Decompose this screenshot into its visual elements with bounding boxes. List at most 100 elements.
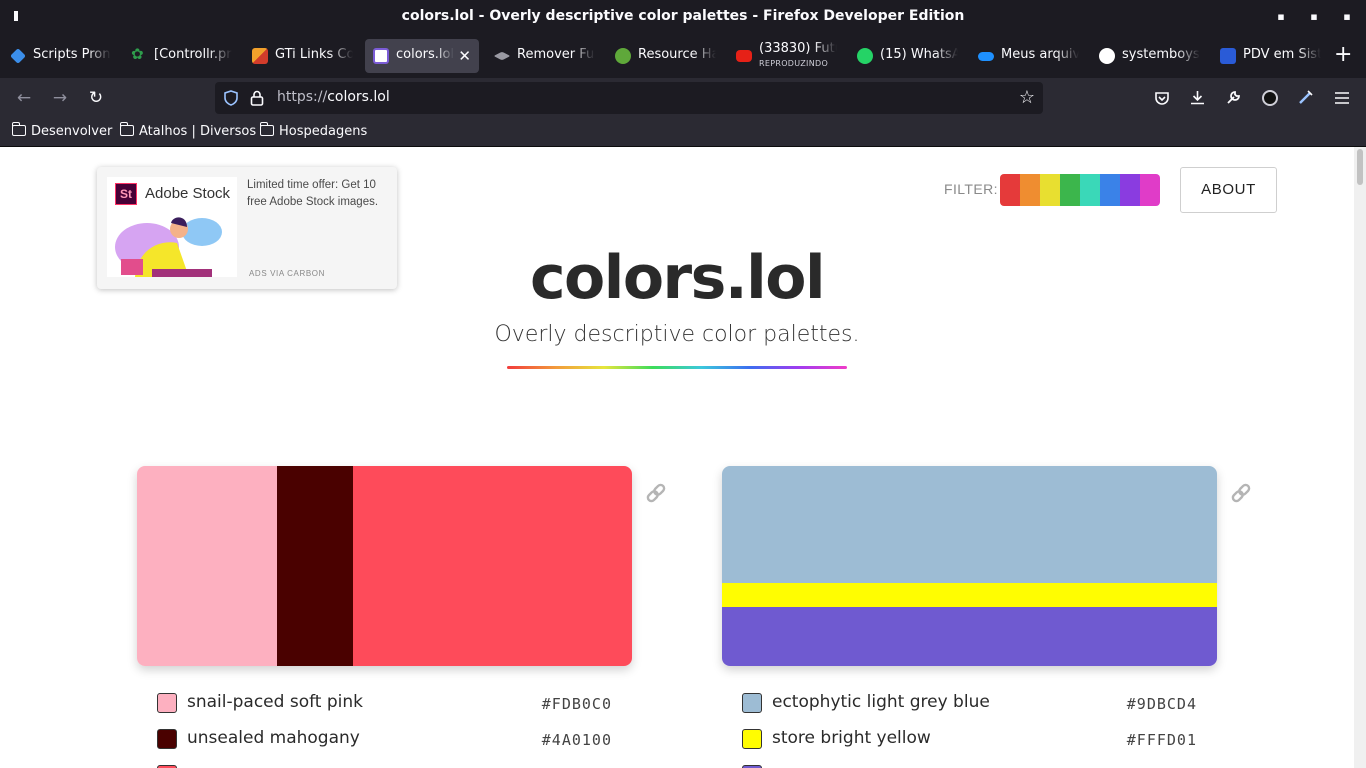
bookmark-star-icon[interactable]: ☆: [1017, 88, 1037, 108]
tab-gti-links[interactable]: GTi Links Colaboradores: [244, 39, 358, 73]
navigation-toolbar: ← → ↻ https://colors.lol ☆: [0, 78, 1366, 118]
palette-preview[interactable]: [722, 466, 1217, 666]
bookmark-atalhos[interactable]: Atalhos | Diversos: [119, 122, 256, 139]
color-list-item[interactable]: unsealed mahogany #4A0100: [157, 727, 612, 751]
ad-brand: Adobe Stock: [145, 185, 231, 202]
color-swatch: [742, 729, 762, 749]
palette-color-band[interactable]: [353, 466, 632, 666]
filter-swatch-3[interactable]: [1060, 174, 1080, 206]
about-button[interactable]: ABOUT: [1180, 167, 1277, 213]
minimize-icon[interactable]: ▪: [1274, 10, 1288, 24]
tab-label: Resource Hacker: [638, 47, 716, 62]
extension-icon[interactable]: [1262, 90, 1278, 106]
url-host: colors.lol: [327, 89, 390, 105]
filter-swatch-0[interactable]: [1000, 174, 1020, 206]
filter-swatch-7[interactable]: [1140, 174, 1160, 206]
tab-whatsapp[interactable]: (15) WhatsApp: [849, 39, 963, 73]
filter-label: FILTER:: [944, 181, 998, 197]
pocket-icon[interactable]: [1154, 90, 1170, 106]
color-swatch: [157, 729, 177, 749]
lol-icon: [373, 48, 389, 64]
back-icon[interactable]: ←: [14, 88, 34, 108]
download-icon[interactable]: [1189, 89, 1206, 106]
color-list-item[interactable]: [157, 763, 612, 768]
forward-icon[interactable]: →: [50, 88, 70, 108]
folder-icon: [11, 122, 26, 136]
tab-label: Remover Fundo: [517, 47, 595, 62]
site-subtitle: Overly descriptive color palettes.: [494, 322, 860, 347]
youtube-icon: [736, 50, 752, 62]
tab-label: colors.lol - Overly: [396, 47, 454, 62]
palette-color-band[interactable]: [722, 466, 1217, 583]
site-title: colors.lol: [529, 243, 826, 313]
maximize-icon[interactable]: ▪: [1307, 10, 1321, 24]
color-hex[interactable]: #FDB0C0: [542, 695, 612, 713]
hamburger-menu-icon[interactable]: [1334, 90, 1350, 106]
close-tab-icon[interactable]: ✕: [458, 47, 471, 65]
tab-remover-fundo[interactable]: Remover Fundo: [486, 39, 600, 73]
tab-scripts[interactable]: Scripts Pronto: [2, 39, 116, 73]
color-list-item[interactable]: ectophytic light grey blue #9DBCD4: [742, 691, 1197, 715]
color-hex[interactable]: #9DBCD4: [1127, 695, 1197, 713]
tab-label: systemboys (Marcos): [1122, 47, 1200, 62]
filter-swatch-2[interactable]: [1040, 174, 1060, 206]
permalink-icon[interactable]: [644, 481, 668, 505]
color-hex[interactable]: #FFFD01: [1127, 731, 1197, 749]
wrench-icon[interactable]: [1225, 89, 1242, 106]
tab-label: GTi Links Colaboradores: [275, 47, 353, 62]
filter-swatch-5[interactable]: [1100, 174, 1120, 206]
tab-pdv[interactable]: PDV em Sistema: [1212, 39, 1326, 73]
page-content: St Adobe Stock Limited time offer: Get 1…: [0, 147, 1366, 768]
page-scrollbar[interactable]: [1354, 147, 1366, 768]
tab-label: PDV em Sistema: [1243, 47, 1321, 62]
palette-color-band[interactable]: [277, 466, 354, 666]
tab-controllr[interactable]: ✿ [Controllr.prism: [123, 39, 237, 73]
filter-swatch-4[interactable]: [1080, 174, 1100, 206]
permalink-icon[interactable]: [1229, 481, 1253, 505]
color-name[interactable]: snail-paced soft pink: [187, 692, 363, 712]
tab-playing-label: REPRODUZINDO: [759, 59, 829, 68]
url-protocol: https://: [277, 89, 328, 105]
lock-icon[interactable]: [250, 90, 264, 106]
filter-swatch-1[interactable]: [1020, 174, 1040, 206]
whatsapp-icon: [857, 48, 873, 64]
tab-onedrive[interactable]: Meus arquivos: [970, 39, 1084, 73]
pen-icon[interactable]: [1297, 89, 1314, 106]
cloud-icon: [978, 52, 994, 61]
color-list-item[interactable]: [742, 763, 1197, 768]
tab-youtube[interactable]: (33830) Futuro REPRODUZINDO: [728, 39, 842, 73]
tab-github[interactable]: systemboys (Marcos): [1091, 39, 1205, 73]
gear-icon: ✿: [131, 45, 144, 63]
palette-color-band[interactable]: [137, 466, 278, 666]
tab-colors-lol[interactable]: colors.lol - Overly ✕: [365, 39, 479, 73]
url-text[interactable]: https://colors.lol: [277, 89, 390, 105]
color-list-item[interactable]: snail-paced soft pink #FDB0C0: [157, 691, 612, 715]
bookmark-desenvolver[interactable]: Desenvolver: [11, 122, 112, 139]
bookmarks-toolbar: Desenvolver Atalhos | Diversos Hospedage…: [0, 118, 1366, 147]
color-name[interactable]: unsealed mahogany: [187, 728, 360, 748]
color-name[interactable]: store bright yellow: [772, 728, 931, 748]
palette-preview[interactable]: [137, 466, 632, 666]
window-titlebar: colors.lol - Overly descriptive color pa…: [0, 0, 1366, 34]
color-name[interactable]: ectophytic light grey blue: [772, 692, 990, 712]
palette-color-band[interactable]: [722, 606, 1217, 666]
color-swatch: [157, 693, 177, 713]
grid-icon: [252, 48, 268, 64]
filter-swatch-6[interactable]: [1120, 174, 1140, 206]
cube-icon: [10, 48, 26, 64]
new-tab-button[interactable]: +: [1334, 44, 1352, 66]
color-list-item[interactable]: store bright yellow #FFFD01: [742, 727, 1197, 751]
github-icon: [1099, 48, 1115, 64]
close-window-icon[interactable]: ▪: [1340, 10, 1354, 24]
bookmark-hospedagens[interactable]: Hospedagens: [259, 122, 367, 139]
palette-color-band[interactable]: [722, 582, 1217, 607]
reload-icon[interactable]: ↻: [86, 88, 106, 108]
tab-resource-hacker[interactable]: Resource Hacker: [607, 39, 721, 73]
adobe-stock-logo: St: [115, 183, 137, 205]
url-bar[interactable]: https://colors.lol ☆: [215, 82, 1043, 114]
color-hex[interactable]: #4A0100: [542, 731, 612, 749]
layers-icon: [493, 51, 511, 61]
scrollbar-thumb[interactable]: [1357, 149, 1363, 185]
shield-icon[interactable]: [223, 90, 239, 106]
ad-text[interactable]: Limited time offer: Get 10 free Adobe St…: [247, 177, 392, 211]
